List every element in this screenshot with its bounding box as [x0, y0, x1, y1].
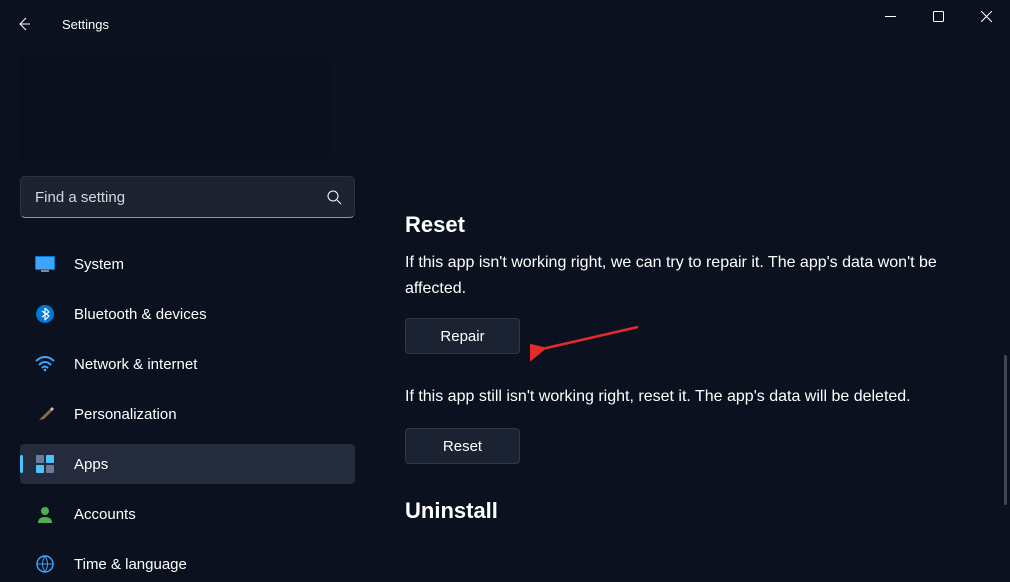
uninstall-heading: Uninstall [405, 498, 1010, 524]
back-arrow-icon [16, 16, 32, 32]
reset-button-label: Reset [443, 438, 482, 455]
left-column: System Bluetooth & devices Network & int… [0, 48, 370, 582]
search-icon [314, 177, 354, 217]
nav-item-system[interactable]: System [20, 244, 355, 284]
nav-item-accounts[interactable]: Accounts [20, 494, 355, 534]
bluetooth-icon [34, 303, 56, 325]
nav-item-time-language[interactable]: Time & language [20, 544, 355, 582]
nav-item-bluetooth[interactable]: Bluetooth & devices [20, 294, 355, 334]
nav-label: System [74, 256, 124, 273]
repair-button-label: Repair [440, 328, 484, 345]
apps-icon [34, 453, 56, 475]
nav-label: Network & internet [74, 356, 197, 373]
reset-heading: Reset [405, 212, 1010, 238]
reset-description: If this app still isn't working right, r… [405, 384, 965, 410]
nav-label: Apps [74, 456, 108, 473]
repair-description: If this app isn't working right, we can … [405, 250, 965, 302]
nav-label: Bluetooth & devices [74, 306, 207, 323]
accounts-icon [34, 503, 56, 525]
paintbrush-icon [34, 403, 56, 425]
search-input[interactable] [21, 189, 314, 206]
nav-label: Personalization [74, 406, 177, 423]
account-block [20, 58, 330, 158]
nav-label: Time & language [74, 556, 187, 573]
reset-button[interactable]: Reset [405, 428, 520, 464]
nav-item-network[interactable]: Network & internet [20, 344, 355, 384]
nav-item-apps[interactable]: Apps [20, 444, 355, 484]
globe-icon [34, 553, 56, 575]
system-icon [34, 253, 56, 275]
main-scrollbar[interactable] [1004, 355, 1007, 505]
back-button[interactable] [0, 0, 48, 48]
wifi-icon [34, 353, 56, 375]
nav-item-personalization[interactable]: Personalization [20, 394, 355, 434]
search-box[interactable] [20, 176, 355, 218]
main-content: Reset If this app isn't working right, w… [405, 0, 1010, 582]
nav: System Bluetooth & devices Network & int… [20, 244, 355, 582]
app-title: Settings [48, 17, 109, 32]
nav-label: Accounts [74, 506, 136, 523]
repair-button[interactable]: Repair [405, 318, 520, 354]
